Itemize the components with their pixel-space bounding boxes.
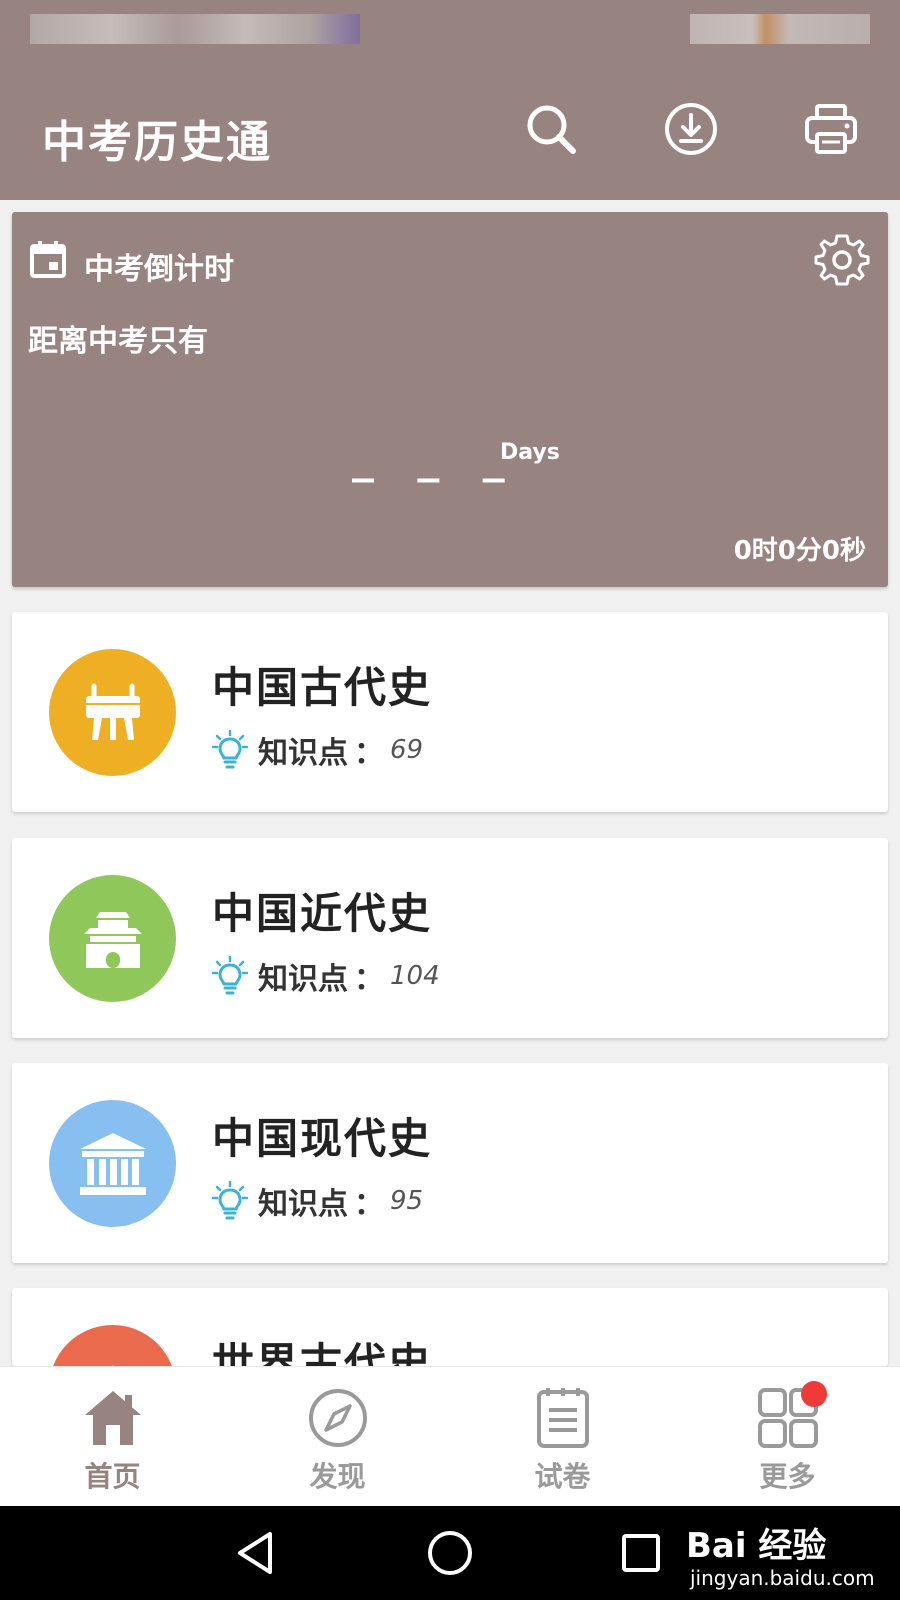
- nav-item-more[interactable]: 更多: [675, 1367, 900, 1507]
- nav-label: 发现: [309, 1460, 366, 1493]
- meta-colon: ：: [354, 962, 384, 997]
- lightbulb-icon: [212, 1181, 248, 1220]
- download-icon[interactable]: [660, 98, 722, 160]
- meta-colon: ：: [354, 1187, 384, 1222]
- calendar-icon: [30, 241, 66, 278]
- system-navigation-bar: Bai 经验 jingyan.baidu.com: [0, 1506, 900, 1600]
- countdown-subtitle: 距离中考只有: [28, 324, 208, 359]
- category-card-contemporary-china[interactable]: 中国现代史 知识点 ： 95: [12, 1063, 888, 1263]
- countdown-days-label: Days: [500, 440, 560, 465]
- home-icon: [80, 1385, 146, 1451]
- card-title: 中国近代史: [212, 889, 433, 938]
- meta-colon: ：: [354, 736, 384, 771]
- lightbulb-icon: [212, 730, 248, 769]
- exam-countdown-card: 中考倒计时 距离中考只有 _ _ _ Days 0时0分0秒: [12, 212, 888, 587]
- nav-item-home[interactable]: 首页: [0, 1367, 225, 1507]
- watermark-title: Bai 经验: [686, 1526, 827, 1566]
- category-card-ancient-world[interactable]: 世界古代史: [12, 1288, 888, 1366]
- card-meta: 知识点 ： 69: [212, 730, 424, 771]
- category-card-modern-china[interactable]: 中国近代史 知识点 ： 104: [12, 838, 888, 1038]
- compass-icon: [305, 1385, 371, 1451]
- category-card-ancient-china[interactable]: 中国古代史 知识点 ： 69: [12, 612, 888, 812]
- notification-badge: [800, 1381, 827, 1407]
- nav-item-papers[interactable]: 试卷: [450, 1367, 675, 1507]
- nav-label: 试卷: [534, 1460, 591, 1493]
- baidu-jingyan-watermark: Bai 经验 jingyan.baidu.com: [686, 1516, 886, 1596]
- card-title: 中国古代史: [212, 663, 433, 712]
- nav-label: 首页: [84, 1460, 141, 1493]
- watermark-url: jingyan.baidu.com: [690, 1566, 875, 1590]
- pavilion-icon: [49, 875, 176, 1002]
- recents-square-icon[interactable]: [616, 1528, 666, 1578]
- knowledge-points-count: 69: [390, 735, 424, 765]
- nav-label: 更多: [759, 1460, 816, 1493]
- knowledge-points-count: 95: [390, 1186, 424, 1216]
- nav-item-discover[interactable]: 发现: [225, 1367, 450, 1507]
- grid-icon: [755, 1381, 827, 1451]
- status-info-blurred: [690, 14, 870, 44]
- card-title: 中国现代史: [212, 1114, 433, 1163]
- app-bar: 中考历史通: [0, 58, 900, 200]
- app-title: 中考历史通: [42, 117, 272, 168]
- settings-gear-icon[interactable]: [814, 232, 870, 288]
- card-meta: 知识点 ： 95: [212, 1181, 424, 1222]
- pyramid-icon: [49, 1325, 176, 1366]
- ding-vessel-icon: [49, 649, 176, 776]
- knowledge-points-label: 知识点: [258, 736, 348, 771]
- countdown-title: 中考倒计时: [84, 252, 234, 287]
- bottom-navigation: 首页 发现 试卷 更多: [0, 1366, 900, 1506]
- building-icon: [49, 1100, 176, 1227]
- paper-icon: [530, 1385, 596, 1451]
- countdown-days-value: _ _ _: [352, 432, 519, 483]
- home-circle-icon[interactable]: [425, 1528, 475, 1578]
- search-icon[interactable]: [520, 98, 582, 160]
- print-icon[interactable]: [800, 98, 862, 160]
- card-title: 世界古代史: [212, 1339, 433, 1366]
- knowledge-points-count: 104: [390, 961, 440, 991]
- lightbulb-icon: [212, 956, 248, 995]
- knowledge-points-label: 知识点: [258, 1187, 348, 1222]
- card-meta: 知识点 ： 104: [212, 956, 440, 997]
- countdown-time: 0时0分0秒: [733, 536, 866, 566]
- knowledge-points-label: 知识点: [258, 962, 348, 997]
- status-icons-blurred: [30, 14, 360, 44]
- back-triangle-icon[interactable]: [232, 1528, 282, 1578]
- status-bar: [0, 0, 900, 58]
